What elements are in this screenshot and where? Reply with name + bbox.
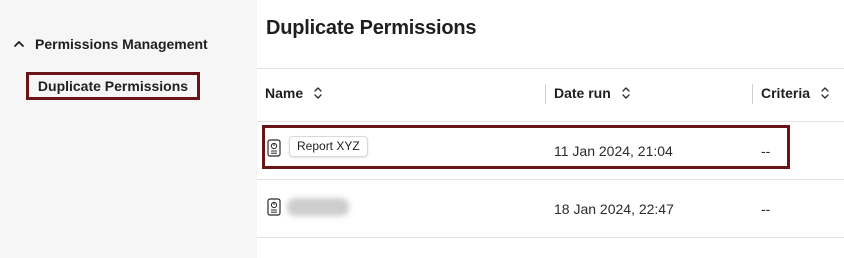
criteria-cell: -- bbox=[761, 143, 771, 159]
column-header-date-run[interactable]: Date run bbox=[554, 85, 631, 101]
sidebar: Permissions Management Duplicate Permiss… bbox=[0, 0, 257, 258]
obscured-report-name[interactable] bbox=[287, 198, 349, 216]
column-header-label: Date run bbox=[554, 85, 611, 101]
header-divider bbox=[257, 68, 844, 69]
column-separator bbox=[545, 84, 546, 104]
report-document-icon bbox=[267, 198, 281, 216]
criteria-cell: -- bbox=[761, 201, 771, 217]
row-divider bbox=[257, 237, 844, 238]
column-header-name[interactable]: Name bbox=[265, 85, 323, 101]
main-content: Duplicate Permissions Name Date run Crit… bbox=[257, 0, 844, 258]
column-header-criteria[interactable]: Criteria bbox=[761, 85, 830, 101]
sort-updown-icon[interactable] bbox=[621, 86, 631, 100]
report-name-link[interactable]: Report XYZ bbox=[289, 136, 368, 157]
sidebar-group-permissions-management[interactable]: Permissions Management bbox=[12, 36, 208, 52]
sidebar-group-label: Permissions Management bbox=[35, 36, 208, 52]
sidebar-item-label: Duplicate Permissions bbox=[37, 78, 189, 94]
date-run-cell: 18 Jan 2024, 22:47 bbox=[554, 201, 674, 217]
sort-updown-icon[interactable] bbox=[313, 86, 323, 100]
column-header-label: Name bbox=[265, 85, 304, 101]
date-run-cell: 11 Jan 2024, 21:04 bbox=[554, 143, 673, 159]
page-title: Duplicate Permissions bbox=[266, 17, 477, 39]
sort-updown-icon[interactable] bbox=[820, 86, 830, 100]
report-document-icon bbox=[267, 139, 281, 157]
column-header-label: Criteria bbox=[761, 85, 811, 101]
chevron-up-icon bbox=[14, 41, 24, 47]
sidebar-item-duplicate-permissions[interactable]: Duplicate Permissions bbox=[26, 72, 200, 100]
column-separator bbox=[752, 84, 753, 104]
